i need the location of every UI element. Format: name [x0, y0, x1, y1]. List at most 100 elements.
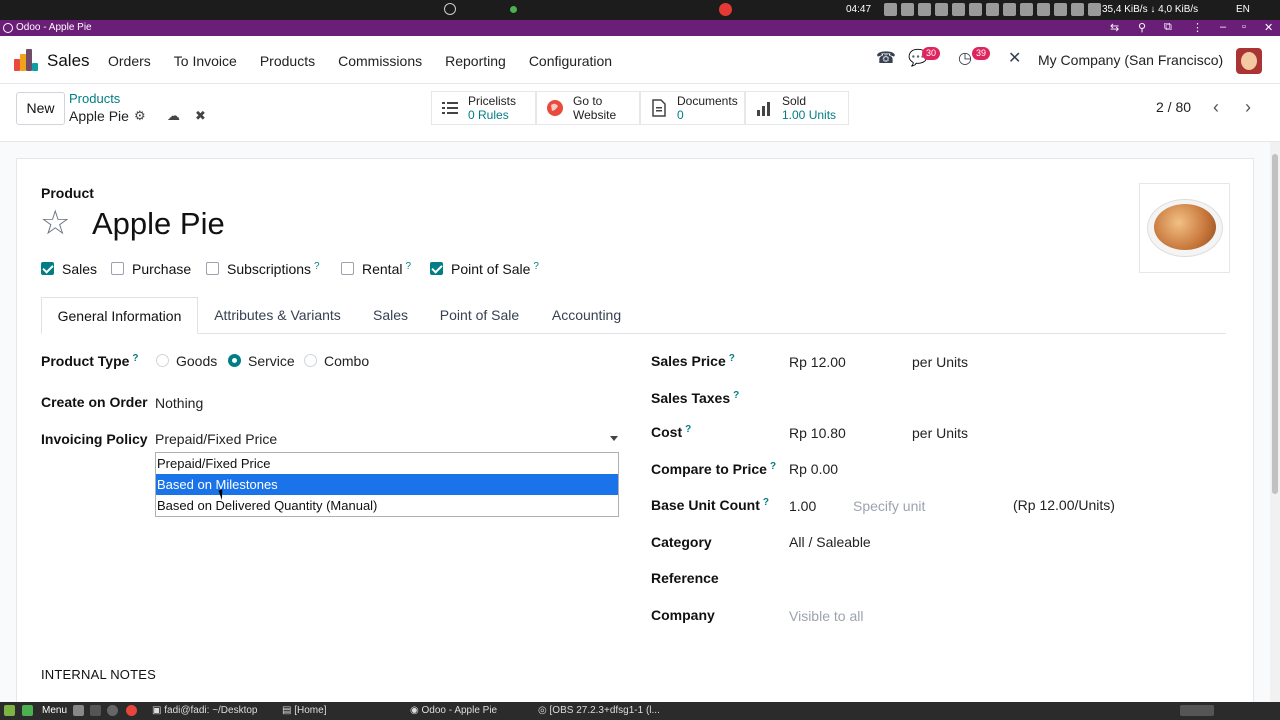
tray-icons[interactable]	[884, 3, 1101, 16]
window-minimize-icon[interactable]: –	[1220, 21, 1226, 33]
phone-icon[interactable]: ☎	[876, 48, 896, 68]
odoo-sales-logo-icon[interactable]	[14, 49, 38, 71]
combo-radio-label: Combo	[324, 353, 370, 369]
product-image[interactable]	[1139, 183, 1230, 273]
pager-previous-icon[interactable]: ‹	[1201, 92, 1231, 122]
obs-icon[interactable]	[107, 705, 118, 716]
menu-configuration[interactable]: Configuration	[529, 53, 612, 69]
compare-to-price-field[interactable]: Rp 0.00	[789, 461, 838, 477]
category-field[interactable]: All / Saleable	[789, 534, 871, 550]
tab-attributes-variants[interactable]: Attributes & Variants	[198, 297, 357, 334]
cost-field[interactable]: Rp 10.80	[789, 425, 846, 441]
create-on-order-field[interactable]: Nothing	[155, 395, 203, 411]
tab-general-information[interactable]: General Information	[41, 297, 198, 334]
taskbar-item-odoo[interactable]: ◉ Odoo - Apple Pie	[410, 705, 497, 716]
purchase-checkbox[interactable]	[111, 262, 124, 275]
browser-profile-icon[interactable]: ⚲	[1138, 21, 1146, 34]
browser-tab-title[interactable]: Odoo - Apple Pie	[16, 22, 92, 33]
new-button[interactable]: New	[16, 92, 65, 125]
goods-radio[interactable]	[156, 354, 169, 367]
mint-logo-icon[interactable]	[22, 705, 33, 716]
activity-badge: 39	[972, 47, 991, 60]
pager-value[interactable]: 2 / 80	[1156, 99, 1191, 115]
discard-icon[interactable]: ✖	[195, 108, 206, 124]
tab-sales[interactable]: Sales	[357, 297, 424, 334]
tray-indicator-icon[interactable]	[1180, 705, 1214, 716]
service-radio[interactable]	[228, 354, 241, 367]
invoicing-policy-dropdown: Prepaid/Fixed Price Based on Milestones …	[155, 452, 619, 517]
list-icon	[442, 102, 458, 114]
pager-next-icon[interactable]: ›	[1233, 92, 1263, 122]
rental-label-text: Rental	[362, 261, 403, 277]
activity-clock-icon[interactable]: ◷	[958, 48, 972, 68]
help-icon[interactable]: ?	[733, 390, 739, 401]
favorite-star-icon[interactable]: ☆	[40, 204, 70, 242]
terminal-icon[interactable]	[90, 705, 101, 716]
taskbar-item-obs[interactable]: ◎ [OBS 27.2.3+dfsg1-1 (l...	[538, 705, 660, 716]
help-icon[interactable]: ?	[763, 497, 769, 508]
start-menu-icon[interactable]	[4, 705, 15, 716]
user-avatar[interactable]	[1236, 48, 1262, 74]
browser-extension-icon[interactable]: ⇆	[1110, 21, 1119, 34]
stat-sold[interactable]: Sold 1.00 Units	[745, 91, 849, 125]
menu-reporting[interactable]: Reporting	[445, 53, 506, 69]
stat-pricelists[interactable]: Pricelists 0 Rules	[431, 91, 536, 125]
combo-radio[interactable]	[304, 354, 317, 367]
stat-documents[interactable]: Documents 0	[640, 91, 745, 125]
point-of-sale-checkbox[interactable]	[430, 262, 443, 275]
menu-commissions[interactable]: Commissions	[338, 53, 422, 69]
gear-icon[interactable]: ⚙	[134, 108, 146, 124]
help-icon[interactable]: ?	[729, 353, 735, 364]
system-settings-icon[interactable]	[444, 3, 456, 15]
tab-point-of-sale[interactable]: Point of Sale	[424, 297, 535, 334]
taskbar-item-terminal[interactable]: ▣ fadi@fadi: ~/Desktop	[152, 705, 258, 716]
files-icon[interactable]	[73, 705, 84, 716]
breadcrumb-products[interactable]: Products	[69, 91, 120, 106]
taskbar-obs-label: [OBS 27.2.3+dfsg1-1 (l...	[549, 705, 660, 716]
taskbar-item-home[interactable]: ▤ [Home]	[282, 705, 326, 716]
help-icon[interactable]: ?	[770, 461, 776, 472]
sales-price-field[interactable]: Rp 12.00	[789, 354, 846, 370]
base-unit-field[interactable]: Specify unit	[853, 498, 925, 514]
option-prepaid-fixed-price[interactable]: Prepaid/Fixed Price	[156, 453, 618, 474]
company-switcher[interactable]: My Company (San Francisco)	[1038, 52, 1223, 68]
menu-to-invoice[interactable]: To Invoice	[174, 53, 237, 69]
company-field[interactable]: Visible to all	[789, 608, 863, 624]
product-name-field[interactable]: Apple Pie	[92, 206, 225, 242]
category-label: Category	[651, 534, 712, 550]
help-icon[interactable]: ?	[405, 261, 411, 272]
help-icon[interactable]: ?	[685, 424, 691, 435]
window-close-icon[interactable]: ✕	[1264, 21, 1273, 34]
sales-checkbox-label: Sales	[62, 261, 98, 277]
invoicing-policy-label: Invoicing Policy	[41, 431, 148, 447]
taskbar-menu[interactable]: Menu	[42, 705, 67, 716]
control-panel: New Products Apple Pie ⚙ ☁ ✖ Pricelists …	[0, 84, 1280, 142]
cost-label: Cost?	[651, 424, 691, 440]
subscriptions-checkbox[interactable]	[206, 262, 219, 275]
reference-label: Reference	[651, 570, 719, 586]
menu-orders[interactable]: Orders	[108, 53, 151, 69]
chrome-icon[interactable]	[126, 705, 137, 716]
sales-checkbox[interactable]	[41, 262, 54, 275]
save-cloud-icon[interactable]: ☁	[167, 108, 180, 124]
service-radio-label: Service	[248, 353, 295, 369]
rental-checkbox[interactable]	[341, 262, 354, 275]
help-icon[interactable]: ?	[314, 261, 320, 272]
taskbar-odoo-label: Odoo - Apple Pie	[421, 705, 498, 716]
invoicing-policy-select[interactable]: Prepaid/Fixed Price	[155, 431, 620, 449]
help-icon[interactable]: ?	[533, 261, 539, 272]
window-maximize-icon[interactable]: ▫	[1242, 21, 1246, 33]
menu-products[interactable]: Products	[260, 53, 315, 69]
system-bar: 04:47 35,4 KiB/s ↓ 4,0 KiB/s EN	[0, 0, 1280, 20]
help-icon[interactable]: ?	[132, 353, 138, 364]
stat-website[interactable]: Go to Website	[536, 91, 640, 125]
page-scrollbar[interactable]	[1270, 142, 1280, 702]
tab-accounting[interactable]: Accounting	[535, 297, 638, 334]
keyboard-language[interactable]: EN	[1236, 4, 1250, 15]
base-unit-count-field[interactable]: 1.00	[789, 498, 816, 514]
recording-icon[interactable]	[719, 3, 732, 16]
browser-menu-icon[interactable]: ⋮	[1192, 21, 1203, 34]
browser-share-icon[interactable]: ⧉	[1164, 21, 1172, 34]
app-name[interactable]: Sales	[47, 51, 90, 71]
tools-icon[interactable]: ✕	[1008, 48, 1021, 68]
